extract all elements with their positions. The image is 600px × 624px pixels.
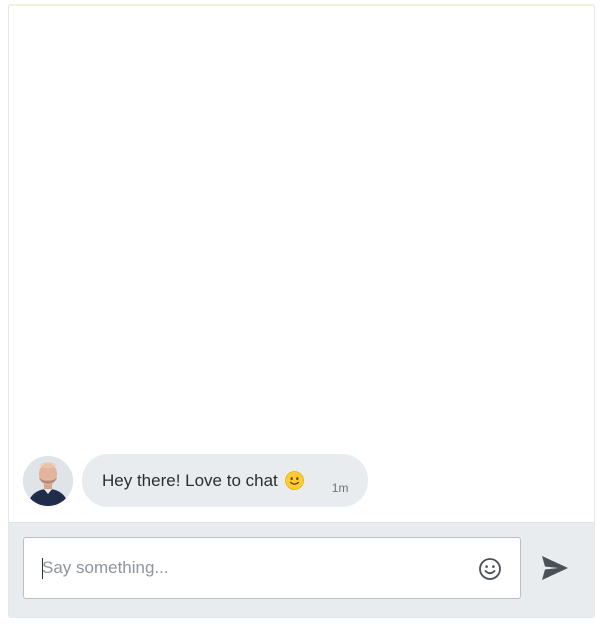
- message-row: Hey there! Love to chat 1m: [23, 454, 369, 507]
- message-input-box[interactable]: [23, 537, 521, 599]
- slightly-smiling-face-icon: [284, 471, 304, 490]
- message-timestamp: 1m: [331, 480, 349, 495]
- agent-avatar: [23, 455, 73, 506]
- message-bubble: Hey there! Love to chat 1m: [82, 454, 369, 507]
- composer-bar: [9, 522, 594, 617]
- message-text: Hey there! Love to chat: [102, 470, 278, 490]
- paper-plane-send-icon[interactable]: [541, 555, 569, 581]
- message-list[interactable]: Hey there! Love to chat 1m: [9, 6, 594, 526]
- message-input[interactable]: [42, 538, 462, 598]
- chat-window: Hey there! Love to chat 1m: [8, 4, 595, 618]
- text-caret: [42, 558, 43, 579]
- smiley-outline-icon[interactable]: [478, 557, 502, 581]
